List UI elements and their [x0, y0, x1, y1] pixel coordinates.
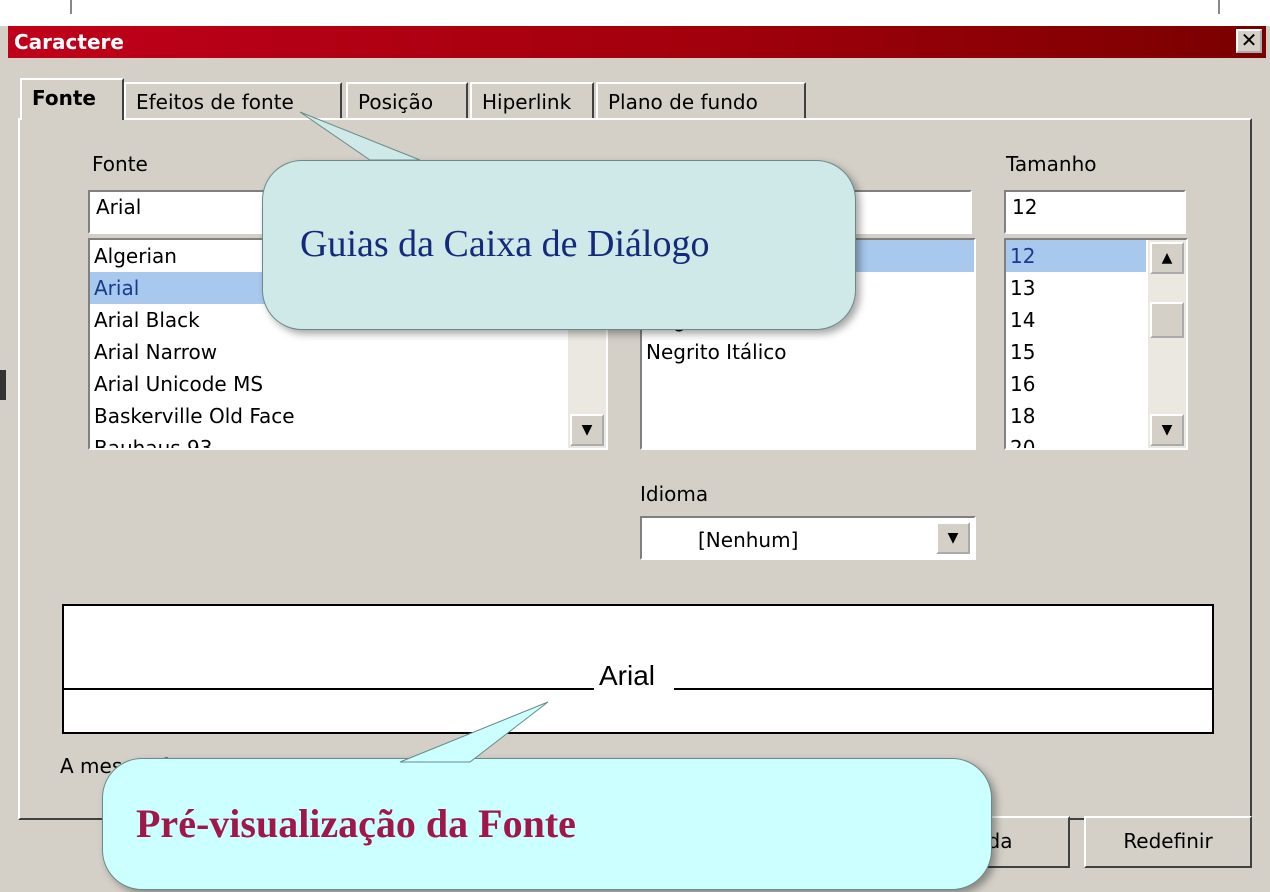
callout-tabs-pointer — [299, 111, 421, 161]
callout-preview-pointer — [399, 701, 549, 763]
callout-preview-text: Pré-visualização da Fonte — [136, 801, 576, 846]
callout-pointers — [299, 111, 549, 763]
callout-tabs-text: Guias da Caixa de Diálogo — [300, 223, 710, 265]
